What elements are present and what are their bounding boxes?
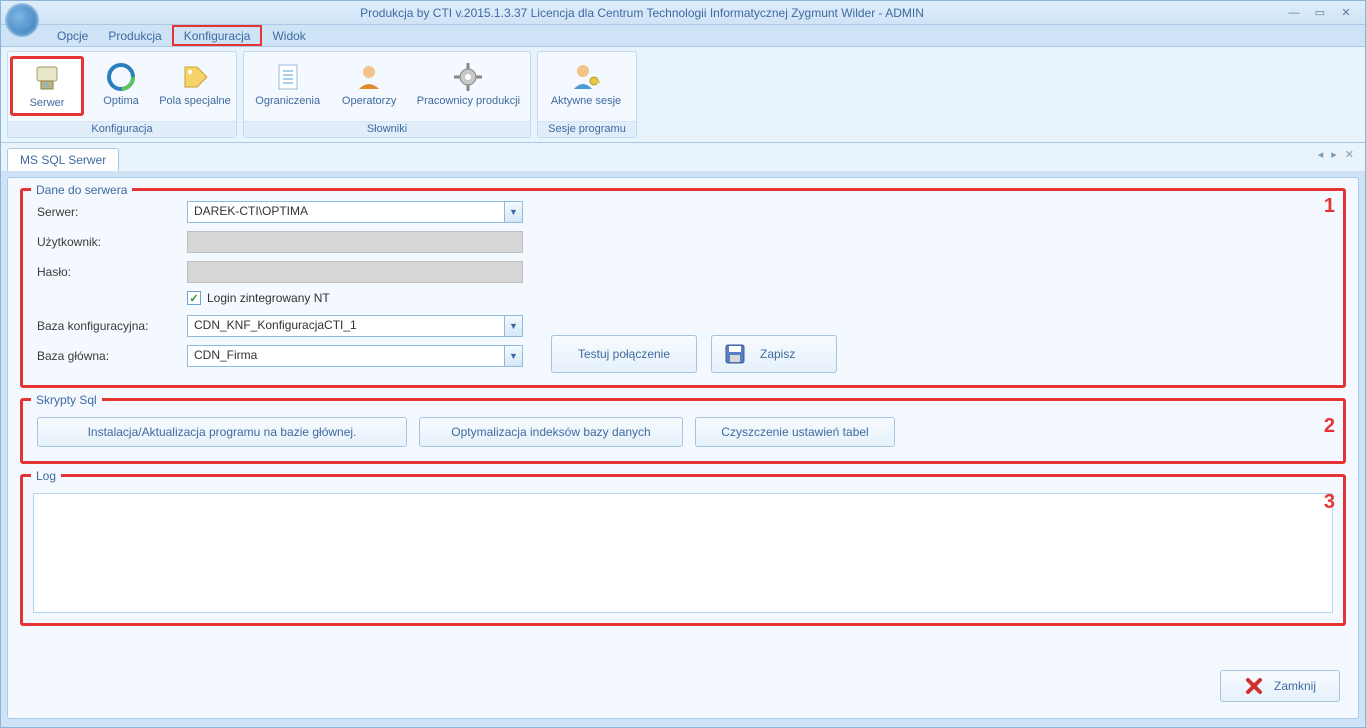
close-icon [1244, 676, 1264, 696]
legend-dane: Dane do serwera [31, 183, 132, 197]
user-key-icon [570, 61, 602, 93]
ribbon-group-slowniki: Ograniczenia Operatorzy Pracownicy produ… [243, 51, 531, 138]
combo-bglow-value: CDN_Firma [188, 346, 504, 366]
chevron-down-icon[interactable]: ▼ [504, 202, 522, 222]
ribbon-group-slowniki-title: Słowniki [244, 121, 530, 137]
input-pass[interactable] [187, 261, 523, 283]
document-list-icon [272, 61, 304, 93]
maximize-button[interactable]: ▭ [1309, 6, 1331, 20]
ribbon-group-sesje-title: Sesje programu [538, 121, 636, 137]
close-button[interactable]: Zamknij [1220, 670, 1340, 702]
label-pass: Hasło: [37, 265, 187, 279]
combo-bglow[interactable]: CDN_Firma ▼ [187, 345, 523, 367]
ribbon: Serwer Optima Pola specjalne Konfiguracj… [1, 47, 1365, 143]
server-icon [31, 63, 63, 95]
window-title: Produkcja by CTI v.2015.1.3.37 Licencja … [1, 6, 1283, 20]
menu-widok[interactable]: Widok [262, 25, 315, 46]
minimize-button[interactable]: — [1283, 6, 1305, 20]
save-button[interactable]: Zapisz [711, 335, 837, 373]
menu-produkcja[interactable]: Produkcja [98, 25, 171, 46]
menu-konfiguracja[interactable]: Konfiguracja [172, 25, 263, 46]
tab-next-button[interactable]: ▸ [1328, 148, 1340, 161]
close-label: Zamknij [1274, 679, 1316, 693]
script-install-label: Instalacja/Aktualizacja programu na bazi… [88, 425, 357, 439]
save-icon [724, 343, 746, 365]
content-panel: Dane do serwera Serwer: DAREK-CTI\OPTIMA… [7, 177, 1359, 719]
user-icon [353, 61, 385, 93]
label-user: Użytkownik: [37, 235, 187, 249]
chevron-down-icon[interactable]: ▼ [504, 346, 522, 366]
script-clean-label: Czyszczenie ustawień tabel [721, 425, 868, 439]
label-bkonf: Baza konfiguracyjna: [37, 319, 187, 333]
ribbon-operatorzy-label: Operatorzy [342, 95, 396, 107]
save-label: Zapisz [760, 347, 795, 361]
ribbon-pracownicy-label: Pracownicy produkcji [417, 95, 520, 107]
titlebar: Produkcja by CTI v.2015.1.3.37 Licencja … [1, 1, 1365, 25]
chevron-down-icon[interactable]: ▼ [504, 316, 522, 336]
app-window: Produkcja by CTI v.2015.1.3.37 Licencja … [0, 0, 1366, 728]
menubar: Opcje Produkcja Konfiguracja Widok [1, 25, 1365, 47]
label-serwer: Serwer: [37, 205, 187, 219]
tab-mssql-serwer[interactable]: MS SQL Serwer [7, 148, 119, 171]
legend-skrypty: Skrypty Sql [31, 393, 102, 407]
window-controls: — ▭ ✕ [1283, 6, 1357, 20]
tab-prev-button[interactable]: ◂ [1315, 148, 1327, 161]
ribbon-ograniczenia-button[interactable]: Ograniczenia [246, 56, 329, 112]
ribbon-pola-button[interactable]: Pola specjalne [158, 56, 232, 112]
script-install-button[interactable]: Instalacja/Aktualizacja programu na bazi… [37, 417, 407, 447]
ribbon-pola-label: Pola specjalne [159, 95, 231, 107]
document-tabstrip: MS SQL Serwer ◂ ▸ ✕ [1, 143, 1365, 171]
ribbon-optima-button[interactable]: Optima [84, 56, 158, 112]
test-connection-button[interactable]: Testuj połączenie [551, 335, 697, 373]
ribbon-optima-label: Optima [103, 95, 138, 107]
optima-icon [105, 61, 137, 93]
ribbon-group-konfiguracja: Serwer Optima Pola specjalne Konfiguracj… [7, 51, 237, 138]
combo-serwer[interactable]: DAREK-CTI\OPTIMA ▼ [187, 201, 523, 223]
checkbox-nt-label: Login zintegrowany NT [207, 291, 330, 305]
legend-log: Log [31, 469, 61, 483]
ribbon-operatorzy-button[interactable]: Operatorzy [329, 56, 408, 112]
gear-icon [452, 61, 484, 93]
ribbon-group-konfiguracja-title: Konfiguracja [8, 121, 236, 137]
combo-bkonf-value: CDN_KNF_KonfiguracjaCTI_1 [188, 316, 504, 336]
annotation-1: 1 [1324, 195, 1335, 218]
ribbon-pracownicy-button[interactable]: Pracownicy produkcji [409, 56, 528, 112]
combo-bkonf[interactable]: CDN_KNF_KonfiguracjaCTI_1 ▼ [187, 315, 523, 337]
annotation-2: 2 [1324, 415, 1335, 438]
ribbon-group-sesje: Aktywne sesje Sesje programu [537, 51, 637, 138]
fieldset-dane-serwera: Dane do serwera Serwer: DAREK-CTI\OPTIMA… [20, 188, 1346, 388]
tag-icon [179, 61, 211, 93]
ribbon-serwer-button[interactable]: Serwer [10, 56, 84, 116]
checkbox-nt-row[interactable]: ✓ Login zintegrowany NT [187, 291, 1329, 305]
app-icon [5, 3, 39, 37]
fieldset-log: Log 3 [20, 474, 1346, 626]
script-optimize-button[interactable]: Optymalizacja indeksów bazy danych [419, 417, 683, 447]
annotation-3: 3 [1324, 491, 1335, 514]
script-optimize-label: Optymalizacja indeksów bazy danych [451, 425, 650, 439]
ribbon-aktywne-label: Aktywne sesje [551, 95, 621, 107]
input-user[interactable] [187, 231, 523, 253]
fieldset-skrypty: Skrypty Sql Instalacja/Aktualizacja prog… [20, 398, 1346, 464]
label-bglow: Baza główna: [37, 349, 187, 363]
checkbox-nt[interactable]: ✓ [187, 291, 201, 305]
script-clean-button[interactable]: Czyszczenie ustawień tabel [695, 417, 895, 447]
close-window-button[interactable]: ✕ [1335, 6, 1357, 20]
combo-serwer-value: DAREK-CTI\OPTIMA [188, 202, 504, 222]
ribbon-ograniczenia-label: Ograniczenia [255, 95, 320, 107]
test-connection-label: Testuj połączenie [578, 347, 670, 361]
menu-opcje[interactable]: Opcje [47, 25, 98, 46]
tab-close-button[interactable]: ✕ [1342, 148, 1357, 161]
ribbon-aktywne-button[interactable]: Aktywne sesje [540, 56, 632, 112]
log-textarea[interactable] [33, 493, 1333, 613]
ribbon-serwer-label: Serwer [30, 97, 65, 109]
